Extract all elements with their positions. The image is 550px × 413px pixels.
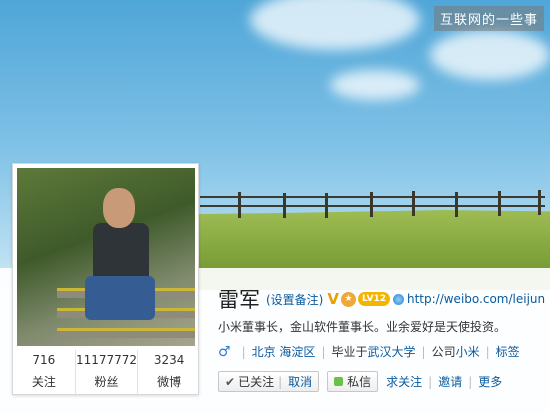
education-link[interactable]: 武汉大学: [368, 343, 416, 360]
following-label: 已关注: [238, 375, 275, 389]
level-badge[interactable]: LV12: [357, 292, 390, 306]
profile-info-row: ♂ | 北京 海淀区 | 毕业于 武汉大学 | 公司 小米 | 标签: [218, 343, 520, 360]
stat-label: 粉丝: [94, 375, 119, 389]
stat-value: 716: [32, 353, 56, 367]
person-figure: [93, 223, 149, 283]
fence-post: [412, 191, 415, 216]
fence-post: [538, 190, 541, 215]
person-figure: [103, 188, 135, 228]
profile-actions: ✔ 已关注 | 取消 私信 求关注 | 邀请 | 更多: [218, 371, 502, 392]
divider: |: [468, 374, 473, 389]
location-link[interactable]: 北京 海淀区: [252, 343, 316, 360]
fence-post: [498, 191, 501, 216]
divider: |: [321, 344, 326, 359]
cloud: [250, 0, 420, 50]
company-link[interactable]: 小米: [456, 343, 480, 360]
stair-step: [57, 328, 195, 338]
message-button[interactable]: 私信: [327, 371, 379, 392]
more-action-link[interactable]: 更多: [478, 373, 502, 390]
medal-icon[interactable]: ★: [340, 291, 356, 307]
profile-url-link[interactable]: http://weibo.com/leijun: [407, 292, 545, 306]
fence-post: [370, 192, 373, 217]
divider: |: [278, 374, 283, 389]
message-icon: [334, 377, 344, 386]
stat-followers[interactable]: 11177772 粉丝: [76, 350, 139, 396]
company-prefix: 公司: [431, 345, 456, 359]
fence-post: [283, 193, 286, 218]
divider: |: [485, 344, 490, 359]
male-icon: ♂: [218, 343, 231, 360]
fence-post: [325, 193, 328, 218]
message-label: 私信: [347, 375, 372, 389]
stat-value: 11177772: [75, 353, 138, 367]
profile-stats: 716 关注 11177772 粉丝 3234 微博: [13, 350, 200, 396]
tags-link[interactable]: 标签: [496, 343, 520, 360]
following-button[interactable]: ✔ 已关注 | 取消: [218, 371, 320, 392]
more-action-link[interactable]: 求关注: [386, 373, 422, 390]
profile-bio: 小米董事长，金山软件董事长。业余爱好是天使投资。: [218, 320, 507, 334]
more-action-link[interactable]: 邀请: [438, 373, 462, 390]
education-prefix: 毕业于: [331, 345, 368, 359]
cloud: [330, 70, 420, 100]
profile-name: 雷军: [218, 288, 260, 312]
fence-post: [455, 192, 458, 217]
avatar[interactable]: [17, 168, 195, 346]
avatar-card: 716 关注 11177772 粉丝 3234 微博: [12, 163, 200, 396]
set-remark-link[interactable]: (设置备注): [266, 291, 323, 308]
fence-post: [238, 192, 241, 218]
watermark-label: 互联网的一些事: [433, 6, 544, 31]
profile-name-row: 雷军 (设置备注) V ★ LV12 http://weibo.com/leij…: [218, 284, 545, 314]
divider: |: [241, 344, 246, 359]
stat-label: 关注: [31, 375, 56, 389]
verified-v-icon[interactable]: V: [327, 290, 339, 308]
person-figure: [85, 276, 155, 320]
divider: |: [421, 344, 426, 359]
stat-label: 微博: [157, 375, 182, 389]
unfollow-link[interactable]: 取消: [288, 373, 312, 390]
cloud: [430, 30, 550, 80]
stat-following[interactable]: 716 关注: [13, 350, 76, 396]
stat-value: 3234: [153, 353, 185, 367]
check-icon: ✔: [225, 374, 236, 389]
divider: |: [428, 374, 433, 389]
globe-icon: [392, 293, 404, 305]
stat-posts[interactable]: 3234 微博: [138, 350, 200, 396]
